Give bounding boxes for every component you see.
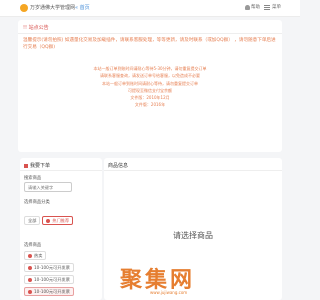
- product-icon: [28, 254, 32, 258]
- product-icon: [28, 278, 32, 282]
- divider: [18, 33, 282, 34]
- product-option-label: 10-100元可开发票: [34, 289, 70, 294]
- order-panel-title: 我要下单: [24, 162, 50, 169]
- announcement-line: 本站一般订单到账时间请耐心等待5-30分钟，请勿重复提交订单: [93, 66, 207, 71]
- product-icon: [28, 290, 32, 294]
- announcement-line: 本站一般订单到账时间请耐心等待，请勿重复提交订单: [102, 80, 198, 86]
- product-option-label: 10-100元可开发票: [34, 265, 70, 270]
- watermark-url: www.jujiwang.com: [150, 290, 188, 295]
- product-option[interactable]: 10-100元可开发票: [24, 275, 74, 284]
- announcement-line: 可提现至微信支付宝余额: [128, 87, 172, 93]
- announcement-text: 温馨提示(请勿拍照) 如遇量化交易及加载插件，请联系客服处理，等等更新，请及时联…: [23, 38, 276, 50]
- order-panel-title-text: 我要下单: [30, 163, 51, 169]
- announcement-panel: !! 站点公告 温馨提示(请勿拍照) 如遇量化交易及加载插件，请联系客服处理，等…: [18, 20, 282, 152]
- divider: [104, 170, 282, 171]
- menu-icon[interactable]: [264, 5, 270, 10]
- help-icon[interactable]: [245, 5, 250, 10]
- menu-link[interactable]: 菜单: [272, 4, 281, 10]
- empty-placeholder: 请选择商品: [173, 231, 213, 240]
- product-icon: [28, 266, 32, 270]
- help-link[interactable]: 帮助: [251, 4, 260, 10]
- cart-icon: [24, 163, 28, 168]
- product-option-label: 10-100元可开发票: [34, 277, 70, 282]
- announcement-line: 文件版：2016年: [134, 102, 166, 108]
- announcement-heading: !! 站点公告: [23, 25, 49, 31]
- site-title[interactable]: 万岁通佛大学管理网: [30, 4, 75, 11]
- top-bar: 万岁通佛大学管理网 « 首页 帮助 菜单: [0, 0, 300, 17]
- category-options: 全部 热门推荐: [24, 207, 75, 226]
- product-option-label: 热卖: [34, 253, 43, 258]
- search-input[interactable]: [24, 182, 72, 192]
- order-panel: 我要下单 搜索商品 选择商品分类 全部 热门推荐 选择商品 热卖 10-100元可…: [20, 158, 102, 300]
- product-info-title: 商品信息: [108, 163, 129, 169]
- announcement-lines: 本站一般订单到账时间请耐心等待5-30分钟，请勿重复提交订单 请联系客服查询，请…: [18, 65, 282, 109]
- category-label: 选择商品分类: [24, 200, 50, 205]
- home-link[interactable]: « 首页: [75, 4, 90, 11]
- category-hot-label: 热门推荐: [52, 218, 70, 223]
- product-option[interactable]: 热卖: [24, 251, 47, 260]
- category-all[interactable]: 全部: [24, 216, 41, 225]
- site-logo-icon: [20, 4, 28, 12]
- fire-icon: [46, 219, 51, 223]
- announcement-line: 请联系客服查询，请发送订单号给客服，以免造成不必要: [100, 73, 200, 79]
- product-option[interactable]: 10-100元可开发票: [24, 263, 74, 272]
- announcement-line: 文件版：2010年12月: [130, 95, 170, 101]
- search-label: 搜索商品: [24, 176, 42, 181]
- category-hot[interactable]: 热门推荐: [42, 216, 74, 225]
- product-label: 选择商品: [24, 243, 42, 248]
- divider: [20, 170, 102, 171]
- product-option[interactable]: 10-100元可开发票: [24, 287, 74, 296]
